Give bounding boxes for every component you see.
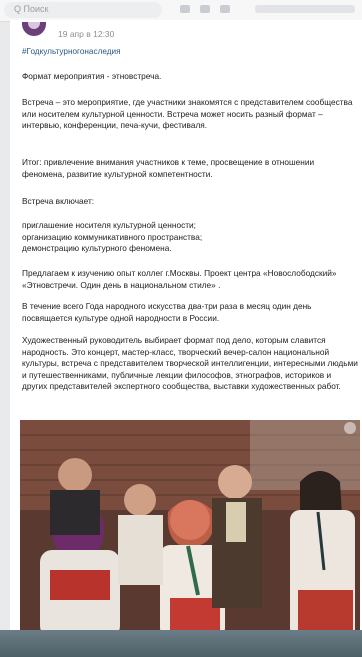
post-paragraph: Итог: привлечение внимания участников к … (22, 157, 315, 179)
bottom-overlay (0, 630, 362, 657)
top-icons (180, 5, 230, 13)
post-paragraph: приглашение носителя культурной ценности… (22, 220, 203, 253)
post-paragraph: Встреча включает: (22, 196, 95, 206)
post-paragraph: В течение всего Года народного искусства… (22, 301, 312, 323)
community-avatar[interactable] (22, 22, 46, 36)
post-paragraph: Встреча – это мероприятие, где участники… (22, 97, 353, 130)
top-bar: Q Поиск (0, 0, 362, 22)
search-field[interactable]: Q Поиск (4, 2, 162, 18)
music-icon[interactable] (200, 5, 210, 13)
notification-icon[interactable] (180, 5, 190, 13)
post-hashtag[interactable]: #Годкультурногонаследия (22, 47, 121, 56)
post-date[interactable]: 19 апр в 12:30 (58, 29, 114, 39)
post-photo[interactable] (20, 420, 360, 638)
post-paragraph: Художественный руководитель выбирает фор… (22, 335, 358, 391)
post-paragraph: Формат мероприятия - этновстреча. (22, 71, 162, 81)
menu-icon[interactable] (220, 5, 230, 13)
post-paragraph: Предлагаем к изучению опыт коллег г.Моск… (22, 268, 337, 290)
photo-illustration (20, 420, 360, 638)
post-card: 19 апр в 12:30 #Годкультурногонаследия Ф… (10, 20, 362, 640)
top-bar-faded-text (255, 5, 355, 13)
search-placeholder: Q Поиск (14, 4, 49, 14)
